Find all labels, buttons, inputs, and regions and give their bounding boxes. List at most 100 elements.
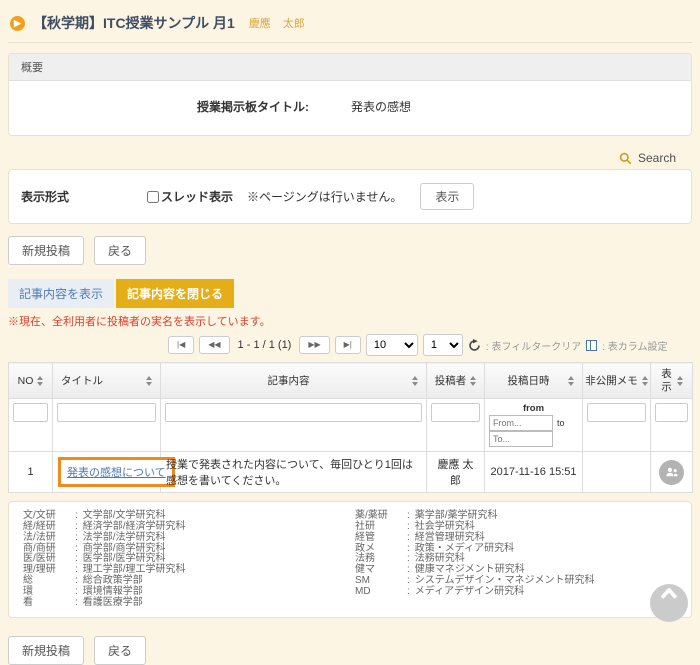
board-title-value: 発表の感想 — [351, 98, 411, 115]
thread-view-checkbox[interactable] — [147, 191, 159, 203]
first-page-button[interactable]: |◀ — [168, 336, 194, 354]
legend-item: 薬/薬研:薬学部/薬学研究科 — [355, 511, 687, 522]
people-icon — [665, 466, 679, 478]
sort-icon — [568, 376, 574, 386]
sort-icon — [642, 376, 648, 386]
pagination-bar: |◀ ◀◀ 1 - 1 / 1 (1) ▶▶ ▶| 10 1 : 表フィルターク… — [168, 334, 692, 356]
last-page-button[interactable]: ▶| — [335, 336, 361, 354]
page-size-select[interactable]: 10 — [366, 334, 418, 356]
legend-item: 医/医研:医学部/医学研究科 — [23, 554, 355, 565]
article-table: NO タイトル 記事内容 投稿者 投稿日時 非公開メモ 表示 from to — [8, 362, 693, 493]
legend-right-column: 薬/薬研:薬学部/薬学研究科 社研:社会学研究科 経管:経営管理研究科 政メ:政… — [355, 511, 687, 608]
table-header-row: NO タイトル 記事内容 投稿者 投稿日時 非公開メモ 表示 — [9, 363, 693, 399]
legend-item: 法/法研:法学部/法学研究科 — [23, 533, 355, 544]
filter-no-input[interactable] — [13, 403, 48, 422]
prev-page-button[interactable]: ◀◀ — [199, 336, 229, 354]
paging-note: ※ページングは行いません。 — [247, 188, 402, 205]
cell-author: 慶應 太郎 — [427, 452, 485, 493]
header-visibility[interactable]: 表示 — [651, 363, 693, 399]
realname-notice: ※現在、全利用者に投稿者の実名を表示しています。 — [8, 313, 692, 329]
faculty-legend-panel: 文/文研:文学部/文学研究科 経/経研:経済学部/経済学研究科 法/法研:法学部… — [8, 501, 692, 618]
legend-item: 経/経研:経済学部/経済学研究科 — [23, 522, 355, 533]
overview-body: 授業掲示板タイトル: 発表の感想 — [9, 81, 691, 135]
header-title[interactable]: タイトル — [53, 363, 161, 399]
legend-item: 文/文研:文学部/文学研究科 — [23, 511, 355, 522]
sort-icon — [146, 376, 152, 386]
page-range: 1 - 1 / 1 (1) — [238, 339, 292, 351]
top-action-row: 新規投稿 戻る — [8, 236, 692, 265]
legend-item: 商/商研:商学部/商学研究科 — [23, 544, 355, 555]
legend-item: MD:メディアデザイン研究科 — [355, 587, 687, 598]
legend-item: 環:環境情報学部 — [23, 587, 355, 598]
cell-no: 1 — [9, 452, 53, 493]
user-link-family-name[interactable]: 慶應 — [249, 15, 271, 31]
table-row: 1 発表の感想について 授業で発表された内容について、毎回ひとり1回は感想を書い… — [9, 452, 693, 493]
page-title: 【秋学期】ITC授業サンプル 月1 — [33, 13, 235, 33]
legend-left-column: 文/文研:文学部/文学研究科 経/経研:経済学部/経済学研究科 法/法研:法学部… — [23, 511, 355, 608]
filter-visibility-input[interactable] — [655, 403, 688, 422]
cell-private-memo — [583, 452, 651, 493]
filter-author-input[interactable] — [431, 403, 480, 422]
legend-item: 社研:社会学研究科 — [355, 522, 687, 533]
cell-title: 発表の感想について — [53, 452, 161, 493]
header-posted-at[interactable]: 投稿日時 — [485, 363, 583, 399]
display-submit-button[interactable]: 表示 — [420, 183, 474, 210]
page-root: ▶ 【秋学期】ITC授業サンプル 月1 慶應 太郎 概要 授業掲示板タイトル: … — [0, 0, 700, 603]
next-page-button[interactable]: ▶▶ — [299, 336, 329, 354]
tab-show-article-content[interactable]: 記事内容を表示 — [8, 279, 114, 308]
filter-clear-icon[interactable] — [468, 339, 481, 352]
back-button-bottom[interactable]: 戻る — [94, 636, 146, 665]
filter-date-from-input[interactable] — [489, 415, 553, 431]
legend-item: 総:総合政策学部 — [23, 576, 355, 587]
display-format-panel: 表示形式 スレッド表示 ※ページングは行いません。 表示 — [8, 169, 692, 224]
search-row: Search — [8, 151, 676, 165]
header-private-memo[interactable]: 非公開メモ — [583, 363, 651, 399]
filter-clear-label: : 表フィルタークリア — [486, 338, 581, 353]
back-button-top[interactable]: 戻る — [94, 236, 146, 265]
page-number-select[interactable]: 1 — [423, 334, 463, 356]
header-content[interactable]: 記事内容 — [161, 363, 427, 399]
filter-title-input[interactable] — [57, 403, 156, 422]
header-author[interactable]: 投稿者 — [427, 363, 485, 399]
display-format-label: 表示形式 — [21, 188, 147, 205]
user-link-given-name[interactable]: 太郎 — [283, 15, 305, 31]
legend-item: 理/理研:理工学部/理工学研究科 — [23, 565, 355, 576]
filter-date-to-caption: to — [557, 418, 565, 428]
article-content-tabs: 記事内容を表示 記事内容を閉じる — [8, 279, 692, 308]
legend-item: 経管:経営管理研究科 — [355, 533, 687, 544]
page-header: ▶ 【秋学期】ITC授業サンプル 月1 慶應 太郎 — [8, 8, 692, 43]
article-title-link[interactable]: 発表の感想について — [67, 467, 166, 479]
board-title-label: 授業掲示板タイトル: — [9, 98, 309, 115]
filter-date-to-input[interactable] — [489, 431, 553, 447]
visibility-status-button[interactable] — [659, 460, 684, 485]
tab-close-article-content[interactable]: 記事内容を閉じる — [116, 279, 234, 308]
cell-content: 授業で発表された内容について、毎回ひとり1回は感想を書いてください。 — [161, 452, 427, 493]
thread-view-option[interactable]: スレッド表示 — [147, 188, 233, 205]
sort-icon — [412, 376, 418, 386]
highlight-box: 発表の感想について — [58, 457, 175, 487]
chevron-up-icon — [659, 584, 679, 604]
filter-memo-input[interactable] — [587, 403, 646, 422]
scroll-to-top-button[interactable] — [650, 584, 688, 622]
overview-panel: 概要 授業掲示板タイトル: 発表の感想 — [8, 53, 692, 136]
column-config-label: : 表カラム設定 — [602, 338, 667, 353]
new-post-button-bottom[interactable]: 新規投稿 — [8, 636, 84, 665]
cell-visibility — [651, 452, 693, 493]
user-links: 慶應 太郎 — [249, 15, 305, 31]
header-no[interactable]: NO — [9, 363, 53, 399]
table-filter-row: from to — [9, 399, 693, 452]
search-icon — [619, 152, 632, 165]
overview-panel-header: 概要 — [9, 54, 691, 81]
filter-content-input[interactable] — [165, 403, 422, 422]
sort-icon — [677, 376, 683, 386]
new-post-button-top[interactable]: 新規投稿 — [8, 236, 84, 265]
filter-date-from-caption: from — [489, 403, 578, 414]
chevron-right-icon: ▶ — [10, 16, 25, 31]
thread-view-label: スレッド表示 — [161, 188, 233, 205]
search-toggle-link[interactable]: Search — [638, 151, 676, 165]
column-config-icon[interactable] — [586, 340, 597, 351]
cell-posted-at: 2017-11-16 15:51 — [485, 452, 583, 493]
bottom-action-row: 新規投稿 戻る — [8, 636, 692, 665]
legend-item: 政メ:政策・メディア研究科 — [355, 544, 687, 555]
sort-icon — [470, 376, 476, 386]
